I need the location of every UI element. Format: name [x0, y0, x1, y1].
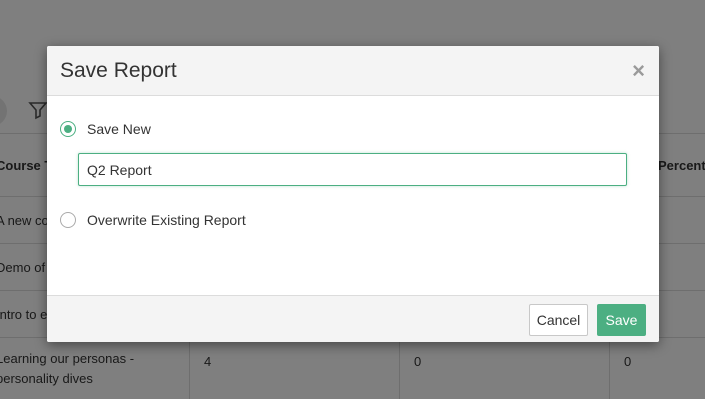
overwrite-existing-label[interactable]: Overwrite Existing Report — [87, 212, 246, 228]
save-new-option[interactable]: Save New — [60, 121, 151, 137]
cancel-button[interactable]: Cancel — [529, 304, 588, 336]
dialog-header: Save Report × — [47, 46, 659, 96]
dialog-title: Save Report — [60, 59, 177, 82]
overwrite-existing-option[interactable]: Overwrite Existing Report — [60, 212, 246, 228]
save-new-radio[interactable] — [60, 121, 76, 137]
save-button[interactable]: Save — [597, 304, 646, 336]
close-icon[interactable]: × — [632, 60, 645, 82]
save-report-dialog: Save Report × Save New Overwrite Existin… — [47, 46, 659, 342]
save-new-label[interactable]: Save New — [87, 121, 151, 137]
dialog-footer: Cancel Save — [47, 295, 659, 342]
dialog-body: Save New Overwrite Existing Report — [47, 97, 659, 295]
report-name-input[interactable] — [78, 153, 627, 186]
overwrite-existing-radio[interactable] — [60, 212, 76, 228]
